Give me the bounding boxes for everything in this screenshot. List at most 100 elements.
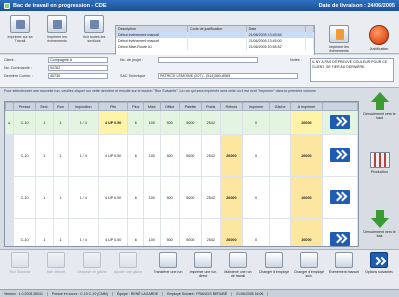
scroll-down-label: Déroulement vers le bas	[363, 230, 396, 238]
arrow-up-stem	[375, 102, 384, 110]
status-employee: Employé Suivant : FRANCIS BERUBÉ	[163, 291, 233, 296]
cell-plus: 6	[127, 110, 145, 135]
job-info-panel: Client : Compagnie A No. Commande : 5476…	[0, 55, 399, 88]
notes-label: Notes :	[290, 58, 302, 62]
change-employee-button[interactable]: Changer d'employé	[258, 252, 290, 288]
arrow-down-icon	[370, 218, 389, 228]
cell-mise: 100	[143, 218, 161, 246]
col-plus[interactable]: Plus	[127, 102, 145, 111]
cell-sect: 1	[35, 110, 54, 135]
add-waste-button[interactable]: Ajouter une gâche	[112, 252, 144, 288]
last-order-label: Dernière Comm. :	[4, 74, 34, 78]
waste-exceeded-button[interactable]: Dépassé en gâche	[76, 252, 108, 288]
status-version: Version : 1.0.2005.28041	[0, 291, 48, 296]
scroll-up-button[interactable]: Déroulement vers le haut	[362, 92, 397, 120]
change-next-employee-button[interactable]: Changer d'employé suiv.	[293, 252, 325, 288]
events-row[interactable]: Début Mise-Route #1 21/06/2005 10:55:52	[116, 44, 314, 50]
col-presse[interactable]: Presse	[12, 102, 37, 111]
print-events-button[interactable]: Imprimer les événements	[40, 15, 74, 51]
cell-rebuts: 26000	[219, 218, 244, 246]
cell-plus: 6	[127, 134, 145, 177]
col-rebuts[interactable]: Rebuts	[219, 102, 244, 111]
row-selector[interactable]	[5, 176, 14, 219]
next-run-icon[interactable]	[329, 148, 350, 162]
run-row[interactable]: ▸ C-10 1 1 1 / 4 4 UP 0.50 6 100 500 500…	[5, 110, 358, 135]
cell-imposition: 1 / 4	[67, 134, 99, 177]
row-selector[interactable]	[5, 134, 14, 177]
print-events-right-label: Imprimer les événements	[329, 45, 349, 53]
cell-plus: 6	[127, 176, 145, 219]
next-run-label: Run Suivante	[9, 270, 31, 274]
cell-next[interactable]	[321, 218, 358, 246]
row-selector[interactable]: ▸	[5, 110, 14, 135]
cell-sect: 1	[35, 134, 54, 177]
print-icon	[10, 15, 30, 33]
next-options-label: Options suivantes	[365, 270, 393, 274]
events-cell	[187, 44, 247, 50]
cell-imposition: 1 / 4	[67, 218, 99, 246]
production-icon	[369, 152, 390, 168]
col-palette[interactable]: Palette	[178, 102, 202, 111]
window-title: Bac de travail en progression - CDE	[13, 2, 107, 9]
scroll-down-button[interactable]: Déroulement vers le bas	[362, 210, 397, 238]
print-job-button[interactable]: Imprimer sur sa Travail	[3, 15, 37, 51]
next-run-button[interactable]: Run Suivante	[4, 252, 36, 288]
cell-office: 500	[159, 218, 180, 246]
maintain-icon	[229, 252, 247, 268]
col-office[interactable]: Office	[159, 102, 180, 111]
status-press: Presse en cours : C-10 C-10 (CMM)	[48, 291, 113, 296]
next-options-button[interactable]: Options suivantes	[363, 252, 395, 288]
run-row[interactable]: C-10 1 1 1 / 4 4 UP 0.50 6 100 500 5000 …	[5, 176, 358, 219]
not-started-button[interactable]: Non débuté	[40, 252, 72, 288]
notes-field[interactable]: IL NY A PAS D'ÉPREUVE COULEUR POUR CE CL…	[310, 58, 394, 82]
next-run-btn-icon	[11, 252, 29, 268]
cell-next[interactable]	[321, 176, 358, 219]
cell-a-imprimer: 26000	[290, 110, 323, 135]
not-started-label: Non débuté	[46, 270, 66, 274]
maintain-run-label: Maintenir une run de travail	[224, 270, 252, 278]
maintain-run-button[interactable]: Maintenir une run de travail	[222, 252, 254, 288]
cell-pile: 4 UP 0.50	[97, 176, 129, 219]
run-row[interactable]: C-10 1 1 1 / 4 4 UP 0.50 6 100 500 5000 …	[5, 218, 358, 246]
change-employee-label: Changer d'employé	[258, 270, 290, 274]
print-direct-icon	[194, 252, 212, 268]
cell-next[interactable]	[321, 134, 358, 177]
manual-event-button[interactable]: Événement manuel	[328, 252, 360, 288]
row-selector[interactable]	[5, 218, 14, 246]
next-run-icon[interactable]	[329, 232, 350, 246]
col-a-imprimer[interactable]: A imprimer	[290, 102, 323, 111]
col-imprimer[interactable]: Imprimer	[242, 102, 270, 111]
col-pile[interactable]: Pile	[97, 102, 129, 111]
runs-grid[interactable]: Presse Sect. Run Imposition Pile Plus Mi…	[4, 101, 359, 247]
col-sect[interactable]: Sect.	[35, 102, 54, 111]
col-poids[interactable]: Poids	[200, 102, 221, 111]
production-button[interactable]: Production	[362, 152, 397, 174]
col-imposition[interactable]: Imposition	[67, 102, 99, 111]
arrow-up-icon	[370, 92, 389, 102]
next-run-icon[interactable]	[329, 190, 350, 204]
cell-next[interactable]	[321, 110, 358, 135]
cell-palette: 5000	[178, 110, 202, 135]
run-row[interactable]: C-10 1 1 1 / 4 4 UP 0.50 6 100 500 5000 …	[5, 134, 358, 177]
sections-icon	[84, 15, 104, 33]
manual-event-label: Événement manuel	[328, 270, 360, 274]
col-run[interactable]: Run	[52, 102, 69, 111]
add-waste-label: Ajouter une gâche	[113, 270, 143, 274]
transfer-run-button[interactable]: Transférer une run	[152, 252, 184, 288]
print-direct-button[interactable]: Imprimer une run direct	[187, 252, 219, 288]
employee-icon	[265, 252, 283, 268]
cell-gache	[268, 176, 292, 219]
scroll-up-label: Déroulement vers le haut	[363, 112, 396, 120]
cell-presse: C-10	[12, 176, 37, 219]
cell-imprimer: 0	[242, 176, 270, 219]
cell-rebuts	[219, 110, 244, 135]
col-mise[interactable]: Mise	[143, 102, 161, 111]
cell-poids: 2542	[200, 134, 221, 177]
cell-imprimer: 0	[242, 134, 270, 177]
view-sections-button[interactable]: Voir toutes les sections	[77, 15, 111, 51]
next-run-icon[interactable]	[329, 115, 350, 129]
cell-rebuts: 26000	[219, 134, 244, 177]
cell-mise: 100	[143, 176, 161, 219]
col-gache[interactable]: Gâche	[268, 102, 292, 111]
client-label: Client :	[4, 58, 16, 62]
